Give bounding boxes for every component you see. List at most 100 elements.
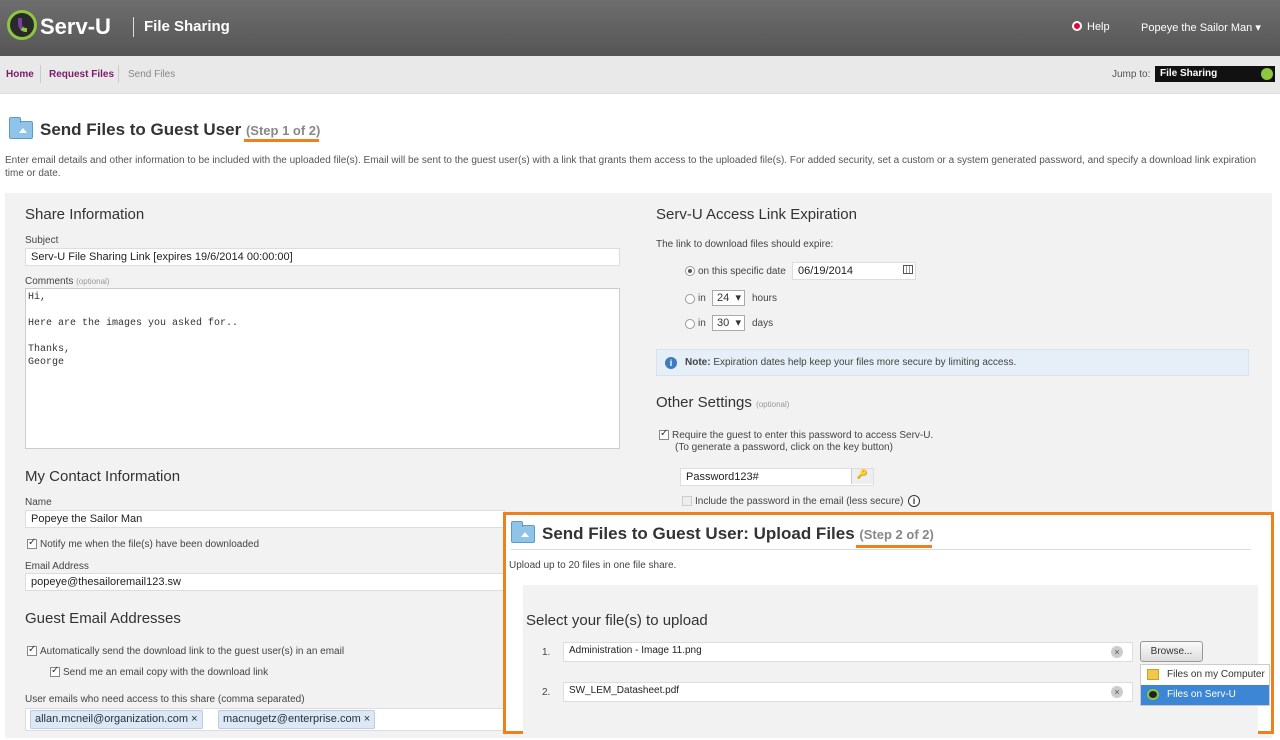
remove-tag-icon[interactable]: ×: [364, 713, 370, 725]
note-text: Expiration dates help keep your files mo…: [710, 357, 1017, 368]
nav-request-files-link[interactable]: Request Files: [49, 69, 114, 80]
upload-title: Send Files to Guest User: Upload Files (…: [542, 524, 934, 544]
include-password-label: Include the password in the email (less …: [695, 496, 904, 507]
optional-tag: (optional): [76, 277, 110, 286]
step-underline: [856, 545, 932, 548]
email-copy-label: Send me an email copy with the download …: [63, 667, 269, 678]
clear-file-icon[interactable]: ×: [1111, 686, 1123, 698]
menu-files-on-serv-u[interactable]: Files on Serv-U: [1141, 685, 1269, 705]
user-menu[interactable]: Popeye the Sailor Man ▾: [1141, 21, 1261, 34]
require-password-label: Require the guest to enter this password…: [672, 430, 934, 441]
upload-step-callout: Send Files to Guest User: Upload Files (…: [503, 512, 1274, 734]
info-icon[interactable]: i: [908, 495, 920, 507]
header-divider: [133, 17, 134, 37]
help-icon: [1072, 21, 1082, 31]
nav-home-link[interactable]: Home: [6, 69, 34, 80]
expire-date-radio[interactable]: [685, 266, 695, 276]
expiration-note: i Note: Expiration dates help keep your f…: [656, 349, 1249, 376]
days-select[interactable]: 30: [712, 315, 745, 331]
page-title: Send Files to Guest User (Step 1 of 2): [40, 120, 320, 140]
browse-button[interactable]: Browse...: [1140, 641, 1203, 662]
page-title-text: Send Files to Guest User: [40, 120, 242, 139]
nav-divider: [118, 65, 119, 83]
jump-to-select[interactable]: File Sharing: [1155, 66, 1275, 82]
serv-u-logo-icon[interactable]: [7, 10, 37, 40]
note-bold: Note:: [685, 357, 711, 368]
expiration-heading: Serv-U Access Link Expiration: [656, 206, 857, 223]
days-label: days: [752, 318, 774, 329]
upload-intro: Upload up to 20 files in one file share.: [509, 560, 677, 571]
folder-upload-icon: [9, 117, 33, 139]
nav-divider: [40, 65, 41, 83]
auto-send-label: Automatically send the download link to …: [40, 646, 345, 657]
top-bar: Serv-U File Sharing Help Popeye the Sail…: [0, 0, 1280, 56]
serv-u-icon: [1147, 689, 1159, 700]
file-field[interactable]: Administration - Image 11.png: [563, 642, 1133, 662]
email-label: Email Address: [25, 561, 89, 572]
subject-label: Subject: [25, 235, 59, 246]
file-field[interactable]: SW_LEM_Datasheet.pdf: [563, 682, 1133, 702]
comments-label-text: Comments: [25, 276, 74, 287]
jump-label: Jump to:: [1112, 69, 1151, 80]
name-label: Name: [25, 497, 52, 508]
jump-to-value: File Sharing: [1160, 68, 1218, 79]
brand-name[interactable]: Serv-U: [40, 14, 111, 40]
menu-item-label: Files on my Computer: [1167, 669, 1265, 680]
help-link[interactable]: Help: [1072, 21, 1110, 33]
app-title: File Sharing: [144, 18, 230, 35]
help-label: Help: [1087, 21, 1110, 33]
file-number: 2.: [542, 687, 551, 698]
upload-title-text: Send Files to Guest User: Upload Files: [542, 524, 855, 543]
contact-info-heading: My Contact Information: [25, 468, 181, 485]
password-hint: (To generate a password, click on the ke…: [675, 442, 893, 453]
password-field[interactable]: Password123#: [680, 468, 874, 486]
email-tag-text: allan.mcneil@organization.com: [35, 713, 189, 725]
hours-select[interactable]: 24: [712, 290, 745, 306]
hours-label: hours: [752, 293, 778, 304]
other-settings-title: Other Settings: [656, 394, 752, 411]
remove-tag-icon[interactable]: ×: [191, 713, 197, 725]
other-settings-heading: Other Settings (optional): [656, 394, 789, 411]
notify-checkbox[interactable]: [27, 537, 37, 549]
select-files-heading: Select your file(s) to upload: [526, 612, 708, 629]
comments-label: Comments (optional): [25, 276, 110, 287]
page-description: Enter email details and other informatio…: [5, 155, 1257, 179]
calendar-icon[interactable]: [903, 265, 913, 274]
name-field[interactable]: Popeye the Sailor Man: [25, 510, 505, 528]
chevron-down-icon: [1261, 68, 1273, 80]
nav-home[interactable]: Home: [6, 69, 34, 80]
step-underline: [244, 139, 319, 142]
nav-request-files[interactable]: Request Files: [49, 69, 114, 80]
info-icon: i: [665, 357, 677, 369]
upload-divider: [511, 549, 1251, 550]
email-copy-checkbox[interactable]: [50, 665, 60, 677]
guest-email-heading: Guest Email Addresses: [25, 610, 181, 627]
expiration-intro: The link to download files should expire…: [656, 239, 834, 250]
nav-send-files: Send Files: [128, 69, 176, 80]
require-password-checkbox[interactable]: [659, 428, 669, 440]
expire-in-label: in: [698, 293, 706, 304]
email-field[interactable]: popeye@thesailoremail123.sw: [25, 573, 505, 591]
expire-hours-radio[interactable]: [685, 294, 695, 304]
expire-date-field[interactable]: 06/19/2014: [792, 262, 916, 280]
subject-field[interactable]: Serv-U File Sharing Link [expires 19/6/2…: [25, 248, 620, 266]
expire-date-label: on this specific date: [698, 266, 786, 277]
breadcrumb-nav: Home Request Files Send Files Jump to: F…: [0, 56, 1280, 94]
email-tag: macnugetz@enterprise.com ×: [218, 710, 376, 729]
optional-tag: (optional): [756, 400, 790, 409]
expire-days-radio[interactable]: [685, 319, 695, 329]
email-tag: allan.mcneil@organization.com ×: [30, 710, 203, 729]
file-number: 1.: [542, 647, 551, 658]
comments-textarea[interactable]: Hi, Here are the images you asked for.. …: [25, 288, 620, 449]
menu-files-on-computer[interactable]: Files on my Computer: [1141, 665, 1269, 685]
user-emails-label: User emails who need access to this shar…: [25, 694, 305, 705]
key-icon[interactable]: 🔑: [851, 469, 873, 484]
folder-upload-icon: [511, 521, 535, 543]
menu-item-label: Files on Serv-U: [1167, 689, 1236, 700]
auto-send-checkbox[interactable]: [27, 644, 37, 656]
browse-menu: Files on my Computer Files on Serv-U: [1140, 664, 1270, 706]
step-indicator: (Step 1 of 2): [245, 123, 321, 138]
folder-icon: [1147, 669, 1159, 680]
include-password-checkbox[interactable]: [682, 496, 692, 506]
clear-file-icon[interactable]: ×: [1111, 646, 1123, 658]
